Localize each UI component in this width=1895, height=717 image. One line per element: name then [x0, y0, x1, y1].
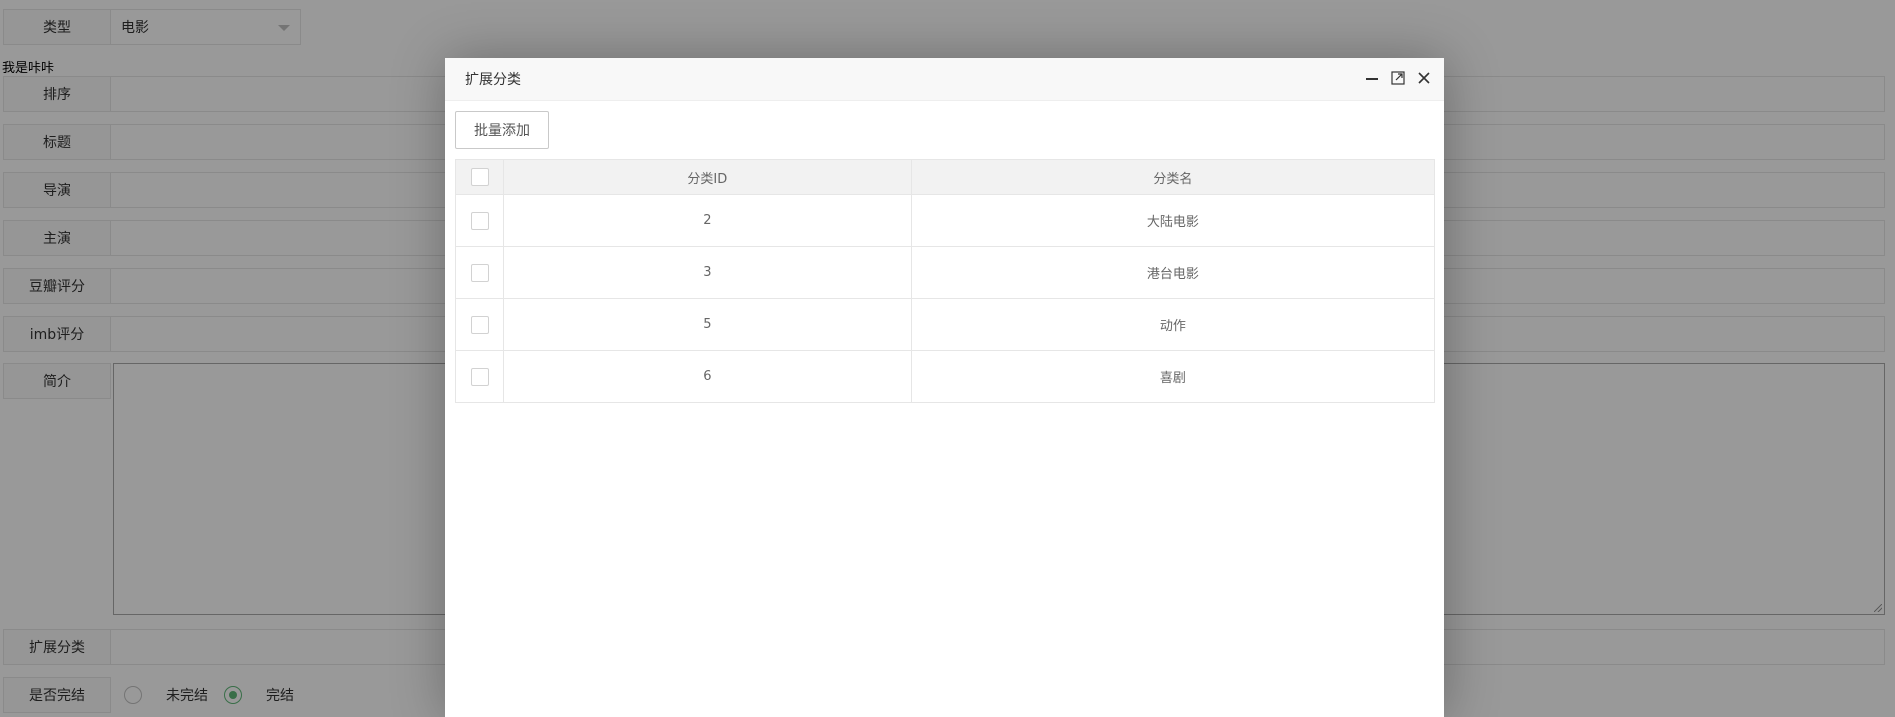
row-checkbox[interactable]: [470, 315, 489, 334]
row-checkbox-cell: [455, 350, 504, 403]
table-row[interactable]: 3 港台电影: [455, 246, 1436, 299]
cell-id: 6: [503, 350, 912, 403]
table-row[interactable]: 5 动作: [455, 298, 1436, 351]
table-header-row: 分类ID 分类名: [455, 159, 1436, 195]
select-all-cell: [455, 159, 504, 195]
close-icon[interactable]: [1416, 70, 1432, 86]
dialog-title: 扩展分类: [465, 72, 521, 88]
row-checkbox[interactable]: [470, 211, 489, 230]
row-checkbox-cell: [455, 194, 504, 247]
row-checkbox[interactable]: [470, 263, 489, 282]
row-checkbox[interactable]: [470, 367, 489, 386]
column-header-id: 分类ID: [503, 159, 912, 195]
cell-name: 港台电影: [910, 246, 1436, 299]
column-header-name: 分类名: [910, 159, 1436, 195]
table-row[interactable]: 2 大陆电影: [455, 194, 1436, 247]
batch-add-button[interactable]: 批量添加: [455, 111, 549, 149]
cell-id: 3: [503, 246, 912, 299]
table-row[interactable]: 6 喜剧: [455, 350, 1436, 403]
dialog-controls: [1364, 70, 1432, 86]
cell-name: 动作: [910, 298, 1436, 351]
dialog-title-bar[interactable]: 扩展分类: [445, 58, 1444, 101]
cell-name: 喜剧: [910, 350, 1436, 403]
row-checkbox-cell: [455, 298, 504, 351]
select-all-checkbox[interactable]: [470, 168, 489, 186]
cell-id: 5: [503, 298, 912, 351]
cell-id: 2: [503, 194, 912, 247]
maximize-icon[interactable]: [1390, 70, 1406, 86]
category-table: 分类ID 分类名 2 大陆电影 3 港台电影 5 动作 6 喜剧: [455, 159, 1436, 403]
row-checkbox-cell: [455, 246, 504, 299]
minimize-icon[interactable]: [1364, 70, 1380, 86]
cell-name: 大陆电影: [910, 194, 1436, 247]
ext-category-dialog: 扩展分类 批量添加 分类ID 分类名 2 大陆电影 3 港台电影 5 动作 6 …: [445, 58, 1444, 717]
